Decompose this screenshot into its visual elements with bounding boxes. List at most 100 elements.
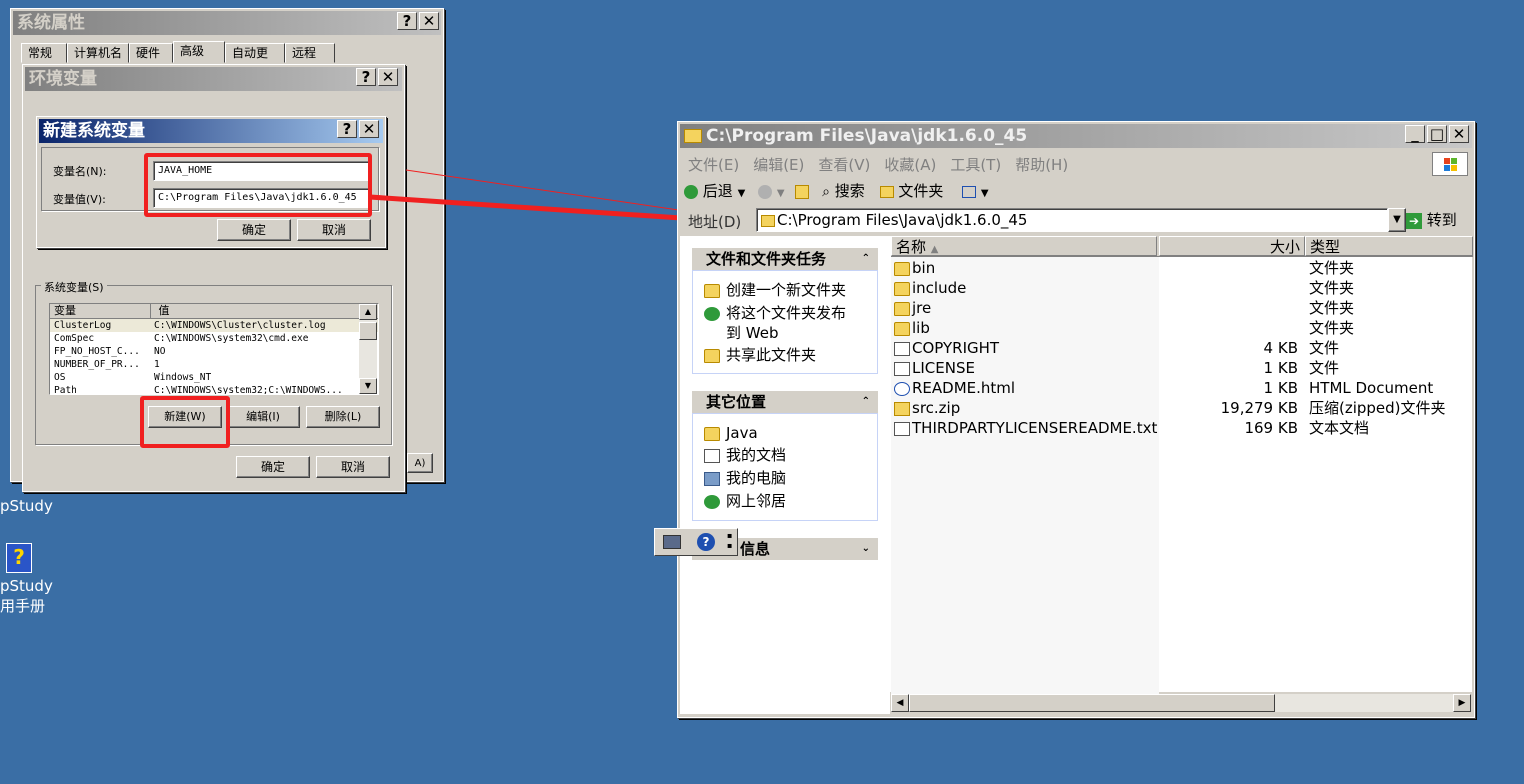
html-icon bbox=[894, 381, 910, 396]
file-name-cell: THIRDPARTYLICENSEREADME.txt bbox=[894, 418, 1157, 438]
my-documents-icon bbox=[704, 448, 720, 463]
file-name-cell: jre bbox=[894, 298, 931, 318]
address-value: C:\Program Files\Java\jdk1.6.0_45 bbox=[777, 211, 1028, 229]
horizontal-scrollbar[interactable]: ◀ ▶ bbox=[891, 694, 1471, 712]
minimize-button[interactable]: _ bbox=[1405, 125, 1425, 143]
file-row[interactable]: LICENSE 1 KB 文件 bbox=[892, 358, 1472, 378]
maximize-button[interactable]: □ bbox=[1427, 125, 1447, 143]
close-button[interactable]: ✕ bbox=[1449, 125, 1469, 143]
place-my-documents[interactable]: 我的文档 bbox=[704, 445, 786, 465]
views-dropdown-icon[interactable]: ▼ bbox=[981, 188, 989, 199]
folder-title-icon bbox=[684, 129, 702, 143]
scroll-left-icon[interactable]: ◀ bbox=[891, 694, 909, 712]
folder-icon bbox=[704, 426, 720, 441]
menu-view[interactable]: 查看(V) bbox=[818, 156, 870, 174]
file-size-cell: 169 KB bbox=[1244, 419, 1298, 437]
file-tasks-header[interactable]: 文件和文件夹任务 ⌃ bbox=[692, 248, 878, 270]
document-icon bbox=[894, 341, 910, 356]
column-header-size[interactable]: 大小 bbox=[1159, 236, 1305, 256]
file-type-cell: 文件夹 bbox=[1309, 319, 1355, 337]
folders-button[interactable]: 文件夹 bbox=[898, 182, 943, 200]
file-row[interactable]: lib 文件夹 bbox=[892, 318, 1472, 338]
file-name-label: COPYRIGHT bbox=[912, 339, 1000, 357]
file-row[interactable]: jre 文件夹 bbox=[892, 298, 1472, 318]
file-name-label: include bbox=[912, 279, 967, 297]
file-type-cell: 文件 bbox=[1309, 359, 1340, 377]
menu-help[interactable]: 帮助(H) bbox=[1015, 156, 1068, 174]
new-folder-icon bbox=[704, 283, 720, 298]
new-folder-label: 创建一个新文件夹 bbox=[726, 281, 847, 299]
file-name-cell: src.zip bbox=[894, 398, 960, 418]
column-header-name[interactable]: 名称 ▲ bbox=[891, 236, 1157, 256]
file-name-cell: bin bbox=[894, 258, 935, 278]
back-dropdown-icon[interactable]: ▼ bbox=[738, 188, 746, 199]
type-header-label: 类型 bbox=[1310, 238, 1341, 256]
file-list-header: 名称 ▲ 大小 类型 bbox=[891, 236, 1473, 257]
place-my-computer[interactable]: 我的电脑 bbox=[704, 468, 786, 488]
address-input[interactable]: C:\Program Files\Java\jdk1.6.0_45 bbox=[756, 208, 1388, 232]
share-folder-task[interactable]: 共享此文件夹 bbox=[704, 345, 816, 365]
folder-icon bbox=[894, 301, 910, 316]
explorer-titlebar[interactable]: C:\Program Files\Java\jdk1.6.0_45 bbox=[680, 124, 1472, 148]
expand-icon[interactable]: ⌄ bbox=[862, 538, 870, 560]
address-label: 地址(D) bbox=[688, 213, 742, 231]
up-folder-icon[interactable] bbox=[795, 184, 810, 199]
size-header-label: 大小 bbox=[1269, 238, 1300, 256]
address-folder-icon bbox=[761, 214, 775, 227]
file-row[interactable]: README.html 1 KB HTML Document bbox=[892, 378, 1472, 398]
views-icon[interactable] bbox=[962, 185, 977, 198]
new-folder-task[interactable]: 创建一个新文件夹 bbox=[704, 280, 846, 300]
scroll-thumb[interactable] bbox=[909, 694, 1275, 712]
collapse-icon[interactable]: ⌃ bbox=[862, 248, 870, 270]
sort-ascending-icon: ▲ bbox=[930, 244, 939, 255]
file-row[interactable]: bin 文件夹 bbox=[892, 258, 1472, 278]
file-type-cell: 文件夹 bbox=[1309, 299, 1355, 317]
toolbar-grip-icon[interactable]: ▪ ▪ bbox=[727, 531, 732, 551]
forward-dropdown-icon[interactable]: ▼ bbox=[777, 188, 785, 199]
back-icon[interactable] bbox=[684, 184, 698, 199]
floating-toolbar: ? ▪ ▪ bbox=[654, 528, 738, 556]
place-label: 网上邻居 bbox=[726, 492, 787, 510]
file-name-label: LICENSE bbox=[912, 359, 975, 377]
file-size-cell: 4 KB bbox=[1263, 339, 1298, 357]
folder-icon bbox=[894, 281, 910, 296]
menu-favorites[interactable]: 收藏(A) bbox=[884, 156, 936, 174]
menu-bar: 文件(E) 编辑(E) 查看(V) 收藏(A) 工具(T) 帮助(H) bbox=[688, 154, 1082, 175]
printer-icon[interactable] bbox=[663, 535, 681, 549]
menu-tools[interactable]: 工具(T) bbox=[950, 156, 1001, 174]
menu-edit[interactable]: 编辑(E) bbox=[753, 156, 804, 174]
file-row[interactable]: src.zip 19,279 KB 压缩(zipped)文件夹 bbox=[892, 398, 1472, 418]
help-icon[interactable]: ? bbox=[697, 533, 715, 551]
file-name-label: THIRDPARTYLICENSEREADME.txt bbox=[912, 419, 1158, 437]
back-button[interactable]: 后退 bbox=[703, 182, 733, 200]
folder-icon bbox=[894, 321, 910, 336]
file-type-cell: 文件夹 bbox=[1309, 259, 1355, 277]
forward-icon[interactable] bbox=[758, 184, 773, 199]
go-button[interactable]: ➔ 转到 bbox=[1406, 208, 1457, 232]
file-name-label: lib bbox=[912, 319, 930, 337]
publish-web-task[interactable]: 将这个文件夹发布 bbox=[704, 303, 846, 323]
file-row[interactable]: THIRDPARTYLICENSEREADME.txt 169 KB 文本文档 bbox=[892, 418, 1472, 438]
scroll-right-icon[interactable]: ▶ bbox=[1453, 694, 1471, 712]
column-header-type[interactable]: 类型 bbox=[1305, 236, 1473, 256]
file-name-label: bin bbox=[912, 259, 936, 277]
place-network[interactable]: 网上邻居 bbox=[704, 491, 786, 511]
globe-icon bbox=[704, 306, 720, 321]
other-places-header[interactable]: 其它位置 ⌃ bbox=[692, 391, 878, 413]
search-icon[interactable]: ⌕ bbox=[822, 184, 830, 200]
search-button[interactable]: 搜索 bbox=[835, 182, 865, 200]
folders-icon[interactable] bbox=[879, 185, 894, 198]
collapse-icon[interactable]: ⌃ bbox=[862, 391, 870, 413]
name-header-label: 名称 bbox=[896, 238, 927, 256]
file-row[interactable]: include 文件夹 bbox=[892, 278, 1472, 298]
place-label: 我的电脑 bbox=[726, 469, 787, 487]
place-label: Java bbox=[726, 424, 758, 442]
address-dropdown-button[interactable]: ▼ bbox=[1388, 208, 1406, 232]
menu-file[interactable]: 文件(E) bbox=[688, 156, 739, 174]
place-java[interactable]: Java bbox=[704, 423, 758, 443]
go-arrow-icon: ➔ bbox=[1406, 212, 1422, 229]
publish-web-task-line2[interactable]: 到 Web bbox=[726, 323, 778, 343]
file-size-cell: 1 KB bbox=[1263, 379, 1298, 397]
file-row[interactable]: COPYRIGHT 4 KB 文件 bbox=[892, 338, 1472, 358]
file-tasks-title: 文件和文件夹任务 bbox=[706, 250, 827, 268]
